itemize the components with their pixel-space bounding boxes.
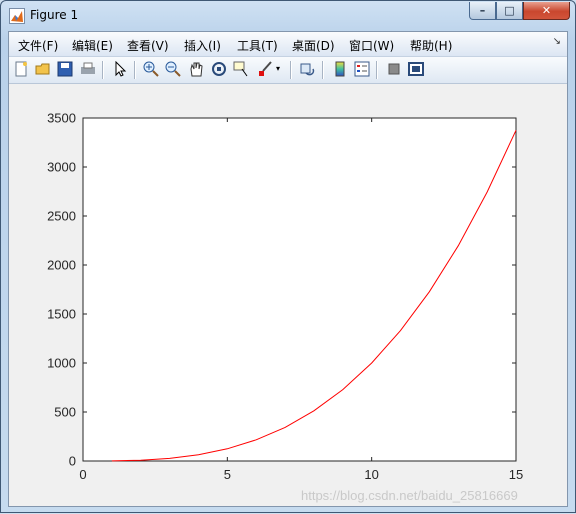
x-tick-label: 5 bbox=[224, 467, 231, 482]
y-tick-label: 1500 bbox=[47, 307, 76, 322]
y-tick-label: 1000 bbox=[47, 356, 76, 371]
y-tick-label: 500 bbox=[54, 405, 76, 420]
figure-window: Figure 1 – □ ✕ 文件(F) 编辑(E) 查看(V) 插入(I) 工… bbox=[0, 0, 576, 513]
plot-area bbox=[82, 117, 517, 462]
y-tick-label: 2500 bbox=[47, 209, 76, 224]
y-tick-label: 3500 bbox=[47, 111, 76, 126]
watermark-text: https://blog.csdn.net/baidu_25816669 bbox=[301, 488, 518, 503]
y-tick-label: 2000 bbox=[47, 258, 76, 273]
y-tick-label: 3000 bbox=[47, 160, 76, 175]
x-tick-label: 0 bbox=[79, 467, 86, 482]
x-tick-label: 10 bbox=[364, 467, 378, 482]
x-tick-label: 15 bbox=[509, 467, 523, 482]
y-tick-label: 0 bbox=[69, 454, 76, 469]
line-chart: 0 5 10 15 0 500 1000 1500 2000 2500 3000 3500 bbox=[47, 111, 523, 483]
